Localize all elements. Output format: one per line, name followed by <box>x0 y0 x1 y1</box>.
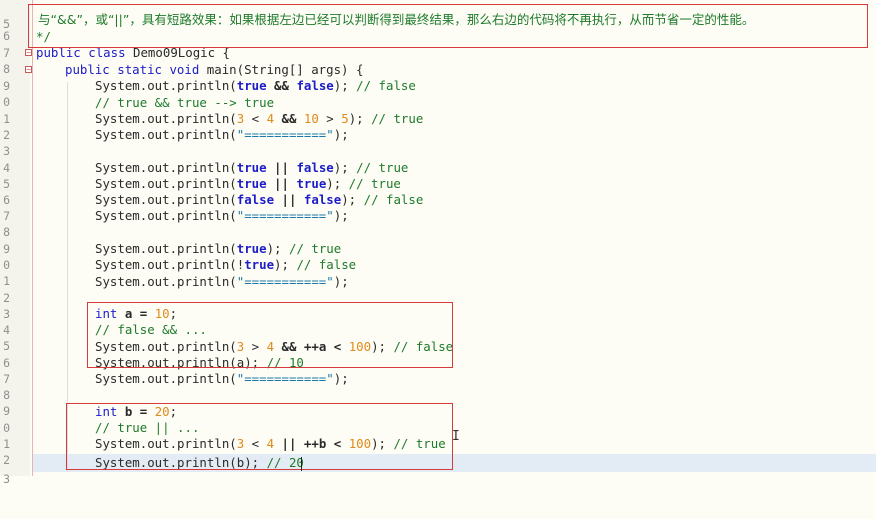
code-token: ); <box>333 160 357 175</box>
code-token: ); <box>348 111 372 126</box>
fold-collapse-icon[interactable]: − <box>25 66 32 74</box>
text-caret <box>301 457 302 471</box>
code-token: ); <box>333 127 349 142</box>
number-literal: 4 <box>266 111 275 126</box>
operator: && <box>274 111 304 126</box>
keyword: void <box>169 62 200 77</box>
code-token: System.out.println( <box>95 208 237 223</box>
string-literal: "===========" <box>236 274 334 289</box>
operator: || <box>274 192 304 207</box>
literal: true <box>236 241 267 256</box>
code-token: System.out.println( <box>95 241 237 256</box>
literal: false <box>303 192 342 207</box>
annotation-box-comment <box>28 4 868 48</box>
string-literal: "===========" <box>236 208 334 223</box>
code-token: ); <box>333 208 349 223</box>
code-token: System.out.println( <box>95 192 237 207</box>
operator: || <box>266 176 297 191</box>
code-token: System.out.println( <box>95 176 237 191</box>
code-token: ); <box>274 257 297 272</box>
keyword: static <box>117 62 162 77</box>
literal: true <box>236 176 267 191</box>
literal: true <box>296 176 327 191</box>
annotation-box-or-example <box>66 403 453 470</box>
code-token: ); <box>341 192 364 207</box>
inline-comment: // true <box>348 176 401 191</box>
operator: && <box>266 78 297 93</box>
code-token: System.out.println(! <box>95 257 245 272</box>
ibeam-cursor-icon: I <box>452 429 460 444</box>
literal: false <box>236 192 275 207</box>
code-line[interactable]: 0 System.out.println(true && false); // … <box>0 78 876 109</box>
line-number: 3 <box>3 472 10 486</box>
code-token: System.out.println( <box>95 78 237 93</box>
code-token: ); <box>333 274 349 289</box>
code-line[interactable]: 2 System.out.println("==========="); <box>0 274 876 305</box>
code-line[interactable]: 6 System.out.println(true || true); // t… <box>0 176 876 207</box>
string-literal: "===========" <box>236 127 334 142</box>
code-line[interactable]: 7 System.out.println(false || false); //… <box>0 192 876 223</box>
operator: < <box>244 111 267 126</box>
code-token: ); <box>326 176 349 191</box>
code-token: ); <box>333 78 357 93</box>
literal: true <box>236 78 267 93</box>
method-declaration: main(String[] args) { <box>206 62 364 77</box>
code-token: ); <box>266 241 289 256</box>
literal: true <box>236 160 267 175</box>
code-line[interactable]: 8 System.out.println("==========="); <box>0 371 876 402</box>
number-literal: 5 <box>341 111 349 126</box>
inline-comment: // true <box>356 160 409 175</box>
code-token: System.out.println( <box>95 160 237 175</box>
code-line[interactable]: 9 − public static void main(String[] arg… <box>0 62 876 93</box>
literal: false <box>296 160 334 175</box>
code-line[interactable]: 9 <box>0 225 876 256</box>
string-literal: "===========" <box>236 371 334 386</box>
fold-collapse-icon[interactable]: − <box>25 49 32 57</box>
code-editor[interactable]: 5 6 与“&&”，或“||”，具有短路效果：如果根据左边已经可以判断得到最终结… <box>0 0 876 486</box>
code-token: System.out.println( <box>95 274 237 289</box>
code-line[interactable]: 1 System.out.println(!true); // false <box>0 257 876 288</box>
inline-comment: // true && true --> true <box>95 95 275 110</box>
operator: > <box>318 111 342 126</box>
literal: false <box>296 78 334 93</box>
inline-comment: // true <box>371 111 424 126</box>
code-line[interactable]: 8 System.out.println("==========="); <box>0 208 876 239</box>
literal: true <box>244 257 275 272</box>
inline-comment: // false <box>363 192 424 207</box>
code-token: ); <box>333 371 349 386</box>
number-literal: 10 <box>303 111 319 126</box>
code-token: System.out.println( <box>95 127 237 142</box>
code-line[interactable]: 9 <box>0 387 876 418</box>
code-line[interactable]: 4 <box>0 144 876 175</box>
code-line[interactable]: 1 // true && true --> true <box>0 95 876 126</box>
code-line[interactable]: 2 System.out.println(3 < 4 && 10 > 5); /… <box>0 111 876 142</box>
keyword: public <box>65 62 110 77</box>
inline-comment: // true <box>288 241 342 256</box>
code-token: System.out.println( <box>95 111 237 126</box>
annotation-box-and-example <box>87 302 453 368</box>
code-token: System.out.println( <box>95 371 237 386</box>
code-line[interactable]: 0 System.out.println(true); // true <box>0 241 876 272</box>
inline-comment: // false <box>296 257 357 272</box>
code-line[interactable]: 3 System.out.println("==========="); <box>0 127 876 158</box>
operator: || <box>266 160 297 175</box>
code-line[interactable]: 5 System.out.println(true || false); // … <box>0 160 876 191</box>
inline-comment: // false <box>356 78 416 93</box>
